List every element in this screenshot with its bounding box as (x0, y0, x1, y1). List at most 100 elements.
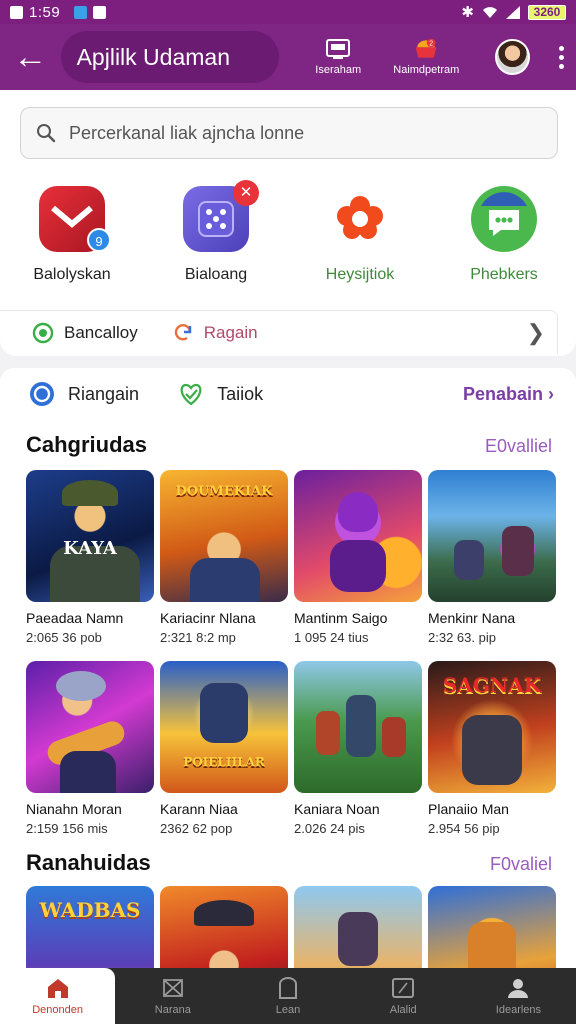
bluetooth-icon: ✱ (461, 4, 474, 21)
wifi-icon (483, 6, 497, 18)
filter-first[interactable]: Riangain (28, 380, 139, 408)
nav-item-third[interactable]: Lean (230, 968, 345, 1024)
app-bar: ← Apjlilk Udaman Iseraham 2 Naimdpetram (0, 24, 576, 90)
filter-label: Riangain (68, 383, 140, 404)
game-meta: 2.026 24 pis (294, 821, 365, 836)
shortcut-label: Bialoang (184, 266, 248, 283)
inbox-icon (326, 39, 351, 59)
shortcut-label: Phebkers (470, 266, 538, 283)
game-card[interactable] (294, 886, 422, 968)
back-arrow-icon[interactable]: ← (0, 24, 61, 90)
filter-bar: Riangain Taiiok Penabain › (0, 368, 576, 420)
game-meta: 2:32 63. pip (428, 630, 496, 645)
game-name: Paeadaa Namn (26, 610, 124, 626)
game-name: Kariacinr Nlana (160, 610, 256, 626)
nav-label: Denonden (32, 1004, 83, 1016)
person-icon (508, 979, 529, 998)
game-meta: 2362 62 pop (160, 821, 233, 836)
nav-label: Alalid (389, 1004, 417, 1016)
chevron-right-icon[interactable]: ❯ (527, 320, 545, 346)
profile-avatar[interactable] (495, 39, 530, 75)
game-card[interactable]: KAYA Paeadaa Namn 2:065 36 pob (26, 470, 154, 645)
search-placeholder: Percerkanal liak ajncha lonne (69, 122, 305, 143)
game-name: Nianahn Moran (26, 801, 122, 817)
app-notification-icon (93, 5, 107, 19)
section-title: Cahgriudas (26, 432, 148, 457)
sync-icon (30, 382, 54, 406)
top-card: Percerkanal liak ajncha lonne 9 Balolysk… (0, 90, 576, 356)
filter-label: Taiiok (217, 383, 264, 404)
shortcut-item[interactable]: Heysijtiok (288, 186, 432, 284)
section-see-all-link[interactable]: F0valiel (490, 854, 552, 875)
section-header: Cahgriudas E0valliel (26, 432, 552, 458)
game-card[interactable]: POIELIILAR Karann Niaa 2362 62 pop (160, 661, 288, 836)
game-card[interactable] (428, 886, 556, 968)
app-notification-icon (74, 5, 88, 19)
tablet-icon (392, 978, 415, 998)
cart-label: Naimdpetram (393, 64, 460, 76)
game-thumbnail: KAYA (26, 470, 154, 602)
game-thumbnail (428, 886, 556, 968)
filter-second[interactable]: Taiiok (177, 380, 263, 408)
game-card[interactable]: Kaniara Noan 2.026 24 pis (294, 661, 422, 836)
nav-label: Idearlens (495, 1004, 542, 1016)
game-thumbnail (294, 661, 422, 793)
shortcut-badge: 9 (87, 228, 111, 252)
close-badge-icon: ✕ (233, 180, 259, 206)
search-bar[interactable]: Percerkanal liak ajncha lonne (20, 107, 558, 159)
game-card[interactable]: WADBAS (26, 886, 154, 968)
game-thumbnail (428, 470, 556, 602)
game-card[interactable]: SAGNAK Planaiio Man 2.954 56 pip (428, 661, 556, 836)
game-thumbnail (160, 886, 288, 968)
quick-link-first[interactable]: Bancalloy (32, 322, 138, 344)
nav-item-fourth[interactable]: Alalid (346, 968, 461, 1024)
shortcut-item[interactable]: Phebkers (432, 186, 576, 284)
cross-icon (162, 979, 183, 997)
game-grid: KAYA Paeadaa Namn 2:065 36 pob DOUMEKIAK… (26, 470, 558, 836)
section-see-all-link[interactable]: E0valliel (485, 436, 552, 457)
game-card[interactable]: Mantinm Saigo 1 095 24 tius (294, 470, 422, 645)
game-art-title: WADBAS (39, 898, 141, 922)
nav-item-profile[interactable]: Idearlens (461, 968, 576, 1024)
game-meta: 2:159 156 mis (26, 821, 108, 836)
notification-icon (10, 5, 23, 19)
game-meta: 2:321 8:2 mp (160, 630, 236, 645)
game-art-title: SAGNAK (442, 673, 542, 697)
shortcut-label: Balolyskan (33, 266, 111, 283)
home-icon (47, 979, 68, 998)
content-card: Riangain Taiiok Penabain › Cahgriudas E0… (0, 368, 576, 968)
game-art-title: POIELIILAR (183, 755, 265, 769)
bottom-nav: Denonden Narana Lean Alalid Idearlens (0, 968, 576, 1024)
game-card[interactable]: Nianahn Moran 2:159 156 mis (26, 661, 154, 836)
shortcut-item[interactable]: ✕ Bialoang (144, 180, 288, 284)
shortcut-item[interactable]: 9 Balolyskan (0, 186, 144, 284)
game-name: Mantinm Saigo (294, 610, 388, 626)
inbox-button[interactable]: Iseraham (303, 38, 373, 76)
cart-icon: 2 (415, 38, 437, 58)
refresh-icon (174, 323, 191, 340)
quick-link-label: Ragain (203, 322, 258, 342)
game-thumbnail: POIELIILAR (160, 661, 288, 793)
inbox-label: Iseraham (315, 64, 362, 76)
game-name: Kaniara Noan (294, 801, 380, 817)
game-card[interactable] (160, 886, 288, 968)
shortcut-label: Heysijtiok (325, 266, 395, 283)
chevron-right-icon: › (548, 383, 554, 404)
cart-button[interactable]: 2 Naimdpetram (391, 38, 461, 76)
nav-item-second[interactable]: Narana (115, 968, 230, 1024)
game-name: Karann Niaa (160, 801, 238, 817)
battery-indicator: 3260 (528, 4, 566, 20)
quick-link-second[interactable]: Ragain (172, 322, 258, 344)
whatsapp-icon (32, 322, 54, 343)
heart-check-icon (180, 383, 202, 406)
signal-icon (506, 5, 520, 19)
game-thumbnail (294, 886, 422, 968)
game-card[interactable]: Menkinr Nana 2:32 63. pip (428, 470, 556, 645)
game-card[interactable]: DOUMEKIAK Kariacinr Nlana 2:321 8:2 mp (160, 470, 288, 645)
flower-app-icon (327, 186, 393, 252)
game-grid: WADBAS (26, 886, 558, 968)
more-menu-icon[interactable] (548, 45, 576, 69)
game-meta: 2:065 36 pob (26, 630, 102, 645)
filter-link[interactable]: Penabain › (463, 384, 554, 405)
nav-item-home[interactable]: Denonden (0, 968, 116, 1024)
